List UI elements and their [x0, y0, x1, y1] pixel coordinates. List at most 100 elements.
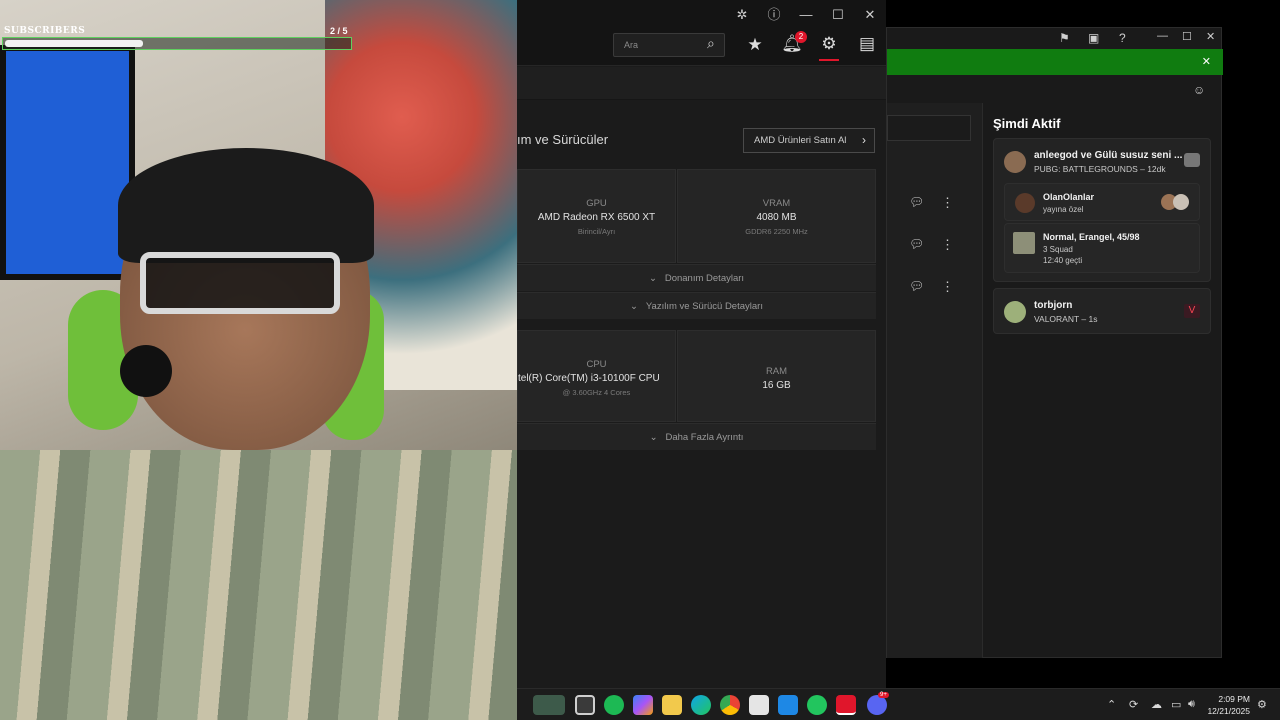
- help-icon[interactable]: ?: [1119, 31, 1126, 45]
- chat-bubble-icon[interactable]: 💬︎: [909, 195, 924, 209]
- minimize-icon[interactable]: —: [795, 5, 817, 25]
- game-session-subcard[interactable]: Normal, Erangel, 45/98 3 Squad 12:40 geç…: [1004, 223, 1200, 273]
- gpu-value: AMD Radeon RX 6500 XT: [537, 212, 656, 223]
- more-details-expander[interactable]: ⌄ Daha Fazla Ayrıntı: [517, 423, 876, 450]
- display-icon[interactable]: ▭: [1171, 698, 1181, 711]
- search-icon[interactable]: ⌕: [707, 35, 715, 52]
- chrome-icon[interactable]: [720, 695, 740, 715]
- more-options-icon[interactable]: ⋮: [941, 237, 954, 253]
- maximize-icon[interactable]: ☐: [1182, 30, 1192, 43]
- discord-badge: 9+: [878, 692, 889, 698]
- chat-bubble-icon[interactable]: 💬︎: [909, 237, 924, 251]
- friends-window: ⚑ ▣ ? — ☐ ✕ ✕ ☺ 💬︎ ⋮ 💬︎ ⋮ 💬︎ ⋮ Şimdi Akt…: [886, 27, 1223, 658]
- map-thumbnail: [1013, 232, 1035, 254]
- clock-time[interactable]: 2:09 PM: [1190, 694, 1250, 704]
- chevron-down-icon: ⌄: [648, 273, 657, 284]
- notification-banner: ✕: [887, 49, 1223, 75]
- chevron-up-icon[interactable]: ⌃: [1107, 698, 1116, 711]
- subscribers-count: 2 / 5: [330, 26, 348, 36]
- hardware-details-expander[interactable]: ⌄ Donanım Detayları: [517, 264, 876, 291]
- sunglasses: [140, 252, 340, 314]
- file-explorer-icon[interactable]: [662, 695, 682, 715]
- gpu-sub: Birincil/Ayrı: [577, 227, 616, 236]
- game-thumbnail: [1184, 153, 1200, 167]
- more-options-icon[interactable]: ⋮: [941, 195, 954, 211]
- ram-card: RAM 16 GB: [677, 330, 876, 422]
- friend-card[interactable]: torbjorn VALORANT – 1s V: [993, 288, 1211, 334]
- microphone: [120, 345, 172, 397]
- friend-subcard[interactable]: OlanOlanlar yayına özel: [1004, 183, 1200, 221]
- add-friend-icon[interactable]: ☺: [1193, 83, 1205, 97]
- widgets-icon[interactable]: [533, 695, 565, 715]
- sub-navigation: [517, 67, 886, 100]
- notification-center-icon[interactable]: ⚙: [1257, 698, 1267, 711]
- close-icon[interactable]: ✕: [859, 5, 881, 25]
- bug-icon[interactable]: ✲: [731, 5, 753, 25]
- shirt: [0, 450, 517, 720]
- cast-icon[interactable]: ▣: [1088, 31, 1099, 45]
- cpu-sub: @ 3.60GHz 4 Cores: [562, 388, 631, 397]
- avatar: [1004, 301, 1026, 323]
- subscribers-label: SUBSCRIBERS: [4, 26, 86, 36]
- chevron-down-icon: ⌄: [649, 432, 658, 443]
- gpu-card: GPU AMD Radeon RX 6500 XT Birincil/Ayrı: [517, 169, 676, 263]
- chat-bubble-icon[interactable]: 💬︎: [909, 279, 924, 293]
- more-details-label: Daha Fazla Ayrıntı: [665, 432, 744, 443]
- amd-software-window: ✲ ⓘ — ☐ ✕ Ara ⌕ ★ 🔔︎ 2 ⚙ ▤ ım ve Sürücül…: [517, 0, 886, 688]
- session-elapsed: 12:40 geçti: [1043, 256, 1083, 265]
- title-bar: ✲ ⓘ — ☐ ✕: [517, 0, 886, 30]
- gear-icon[interactable]: ⚙: [817, 34, 841, 54]
- friend-status: VALORANT – 1s: [1034, 314, 1098, 324]
- layout-icon[interactable]: ▤: [855, 34, 879, 54]
- friend-name: anleegod ve Gülü susuz seni ...: [1034, 150, 1183, 161]
- avatar: [1015, 193, 1035, 213]
- spotify-icon[interactable]: [604, 695, 624, 715]
- friend-group-card[interactable]: anleegod ve Gülü susuz seni ... PUBG: BA…: [993, 138, 1211, 282]
- cloud-icon[interactable]: ☁: [1151, 698, 1162, 711]
- valorant-icon: V: [1184, 304, 1200, 318]
- close-icon[interactable]: ✕: [1206, 30, 1215, 43]
- active-tab-indicator: [819, 59, 839, 61]
- session-mode: 3 Squad: [1043, 245, 1073, 254]
- friend-name: torbjorn: [1034, 300, 1073, 311]
- close-banner-icon[interactable]: ✕: [1202, 55, 1211, 68]
- buy-button-label: AMD Ürünleri Satın Al: [754, 135, 847, 146]
- vram-sub: GDDR6 2250 MHz: [745, 227, 808, 236]
- notification-badge: 2: [795, 31, 807, 43]
- friend-name: OlanOlanlar: [1043, 192, 1095, 202]
- avatar: [1004, 151, 1026, 173]
- sync-icon[interactable]: ⟳: [1129, 698, 1138, 711]
- friend-status: yayına özel: [1043, 205, 1084, 214]
- edge-icon[interactable]: [691, 695, 711, 715]
- xbox-app-icon[interactable]: [807, 695, 827, 715]
- background-monitor: [0, 45, 135, 280]
- copilot-icon[interactable]: [633, 695, 653, 715]
- flag-icon[interactable]: ⚑: [1059, 31, 1070, 45]
- vram-card: VRAM 4080 MB GDDR6 2250 MHz: [677, 169, 876, 263]
- more-options-icon[interactable]: ⋮: [941, 279, 954, 295]
- chevron-down-icon: ⌄: [630, 301, 638, 312]
- software-details-expander[interactable]: ⌄ Yazılım ve Sürücü Detayları: [517, 292, 876, 319]
- session-title: Normal, Erangel, 45/98: [1043, 232, 1140, 242]
- task-view-icon[interactable]: [575, 695, 595, 715]
- amd-software-icon[interactable]: [836, 695, 856, 715]
- avatar: [1173, 194, 1189, 210]
- star-icon[interactable]: ★: [743, 35, 767, 55]
- vram-label: VRAM: [762, 198, 791, 209]
- chat-list-column: 💬︎ ⋮ 💬︎ ⋮ 💬︎ ⋮: [887, 103, 983, 658]
- ram-label: RAM: [765, 366, 788, 377]
- clock-date[interactable]: 12/21/2025: [1190, 706, 1250, 716]
- help-icon[interactable]: ⓘ: [763, 5, 785, 25]
- hardware-details-label: Donanım Detayları: [664, 273, 745, 284]
- maximize-icon[interactable]: ☐: [827, 5, 849, 25]
- taskbar: 9+ ⌃ ⟳ ☁ ▭ 🔊︎ 2:09 PM 12/21/2025 ⚙: [517, 688, 1280, 720]
- ram-value: 16 GB: [762, 380, 791, 391]
- minimize-icon[interactable]: —: [1157, 30, 1168, 42]
- buy-amd-products-button[interactable]: AMD Ürünleri Satın Al ›: [743, 128, 875, 153]
- now-active-heading: Şimdi Aktif: [993, 116, 1061, 131]
- mail-icon[interactable]: [778, 695, 798, 715]
- store-icon[interactable]: [749, 695, 769, 715]
- discord-icon[interactable]: [867, 695, 887, 715]
- chat-search-box[interactable]: [887, 115, 971, 141]
- cap: [118, 148, 374, 263]
